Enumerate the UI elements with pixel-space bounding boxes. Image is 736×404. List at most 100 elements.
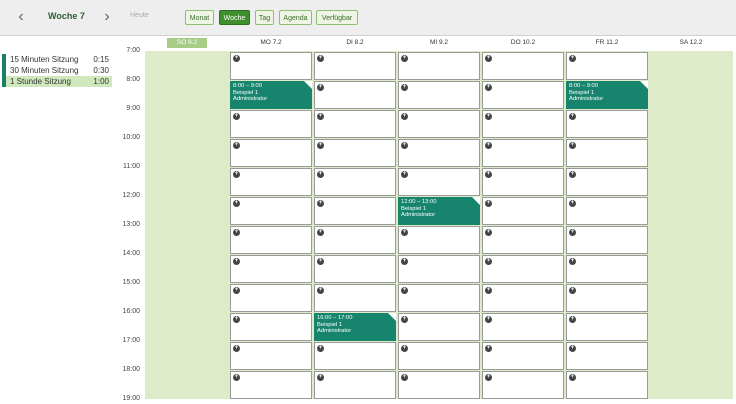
- plus-circle-icon[interactable]: +: [317, 258, 324, 265]
- view-available-button[interactable]: Verfügbar: [316, 10, 358, 25]
- plus-circle-icon[interactable]: +: [401, 345, 408, 352]
- time-slot[interactable]: +: [314, 226, 396, 254]
- time-slot[interactable]: +: [482, 255, 564, 283]
- time-slot[interactable]: +: [482, 284, 564, 312]
- time-slot[interactable]: +: [566, 284, 648, 312]
- plus-circle-icon[interactable]: +: [317, 345, 324, 352]
- plus-circle-icon[interactable]: +: [317, 84, 324, 91]
- day-header[interactable]: SO 6.2: [167, 38, 207, 48]
- time-slot[interactable]: +: [398, 168, 480, 196]
- day-header[interactable]: MI 9.2: [397, 38, 481, 48]
- event-type-30min[interactable]: 30 Minuten Sitzung 0:30: [2, 65, 112, 76]
- time-slot[interactable]: +: [482, 81, 564, 109]
- time-slot[interactable]: +: [314, 284, 396, 312]
- time-slot[interactable]: +: [230, 371, 312, 399]
- time-slot[interactable]: +: [314, 81, 396, 109]
- calendar-event[interactable]: 8:00 – 9:00 Beispiel 1 Administrator: [230, 81, 312, 109]
- time-slot[interactable]: +: [482, 52, 564, 80]
- plus-circle-icon[interactable]: +: [317, 287, 324, 294]
- plus-circle-icon[interactable]: +: [401, 55, 408, 62]
- time-slot[interactable]: +: [398, 313, 480, 341]
- plus-circle-icon[interactable]: +: [401, 287, 408, 294]
- time-slot[interactable]: +: [566, 371, 648, 399]
- time-slot[interactable]: +: [566, 226, 648, 254]
- time-slot[interactable]: +: [482, 110, 564, 138]
- plus-circle-icon[interactable]: +: [485, 229, 492, 236]
- plus-circle-icon[interactable]: +: [569, 229, 576, 236]
- day-header[interactable]: SA 12.2: [649, 38, 733, 48]
- plus-circle-icon[interactable]: +: [485, 55, 492, 62]
- plus-circle-icon[interactable]: +: [317, 374, 324, 381]
- plus-circle-icon[interactable]: +: [401, 316, 408, 323]
- time-slot[interactable]: +: [230, 139, 312, 167]
- time-slot[interactable]: +: [398, 52, 480, 80]
- time-slot[interactable]: +: [566, 313, 648, 341]
- plus-circle-icon[interactable]: +: [317, 113, 324, 120]
- plus-circle-icon[interactable]: +: [317, 229, 324, 236]
- time-slot[interactable]: +: [482, 342, 564, 370]
- plus-circle-icon[interactable]: +: [233, 258, 240, 265]
- time-slot[interactable]: +: [314, 371, 396, 399]
- plus-circle-icon[interactable]: +: [401, 374, 408, 381]
- plus-circle-icon[interactable]: +: [401, 142, 408, 149]
- day-header[interactable]: DI 8.2: [313, 38, 397, 48]
- plus-circle-icon[interactable]: +: [317, 200, 324, 207]
- time-slot[interactable]: +: [566, 342, 648, 370]
- view-day-button[interactable]: Tag: [255, 10, 274, 25]
- time-slot[interactable]: +: [230, 342, 312, 370]
- time-slot[interactable]: +: [398, 226, 480, 254]
- view-agenda-button[interactable]: Agenda: [279, 10, 312, 25]
- plus-circle-icon[interactable]: +: [485, 287, 492, 294]
- time-slot[interactable]: +: [230, 313, 312, 341]
- plus-circle-icon[interactable]: +: [317, 142, 324, 149]
- time-slot[interactable]: +: [482, 226, 564, 254]
- time-slot[interactable]: +: [482, 313, 564, 341]
- event-type-15min[interactable]: 15 Minuten Sitzung 0:15: [2, 54, 112, 65]
- plus-circle-icon[interactable]: +: [569, 200, 576, 207]
- plus-circle-icon[interactable]: +: [233, 55, 240, 62]
- time-slot[interactable]: +: [566, 52, 648, 80]
- plus-circle-icon[interactable]: +: [569, 316, 576, 323]
- time-slot[interactable]: +: [314, 52, 396, 80]
- time-slot[interactable]: +: [314, 342, 396, 370]
- time-slot[interactable]: +: [566, 168, 648, 196]
- time-slot[interactable]: +: [566, 255, 648, 283]
- time-slot[interactable]: +: [482, 197, 564, 225]
- plus-circle-icon[interactable]: +: [569, 171, 576, 178]
- time-slot[interactable]: +: [314, 168, 396, 196]
- calendar-event[interactable]: 12:00 – 13:00 Beispiel 1 Administrator: [398, 197, 480, 225]
- calendar-event[interactable]: 16:00 – 17:00 Beispiel 1 Administrator: [314, 313, 396, 341]
- time-slot[interactable]: +: [398, 371, 480, 399]
- time-slot[interactable]: +: [230, 197, 312, 225]
- day-header[interactable]: MO 7.2: [229, 38, 313, 48]
- time-slot[interactable]: +: [230, 226, 312, 254]
- plus-circle-icon[interactable]: +: [233, 171, 240, 178]
- plus-circle-icon[interactable]: +: [233, 374, 240, 381]
- time-slot[interactable]: +: [398, 139, 480, 167]
- plus-circle-icon[interactable]: +: [401, 258, 408, 265]
- plus-circle-icon[interactable]: +: [401, 113, 408, 120]
- time-slot[interactable]: +: [482, 139, 564, 167]
- plus-circle-icon[interactable]: +: [569, 113, 576, 120]
- plus-circle-icon[interactable]: +: [569, 142, 576, 149]
- plus-circle-icon[interactable]: +: [569, 258, 576, 265]
- time-slot[interactable]: +: [398, 255, 480, 283]
- view-month-button[interactable]: Monat: [185, 10, 214, 25]
- time-slot[interactable]: +: [314, 197, 396, 225]
- chevron-left-icon[interactable]: ‹: [12, 6, 30, 28]
- plus-circle-icon[interactable]: +: [485, 142, 492, 149]
- plus-circle-icon[interactable]: +: [233, 200, 240, 207]
- time-slot[interactable]: +: [482, 168, 564, 196]
- time-slot[interactable]: +: [230, 52, 312, 80]
- time-slot[interactable]: +: [566, 197, 648, 225]
- time-slot[interactable]: +: [314, 255, 396, 283]
- time-slot[interactable]: +: [230, 168, 312, 196]
- plus-circle-icon[interactable]: +: [233, 229, 240, 236]
- chevron-right-icon[interactable]: ›: [98, 6, 116, 28]
- plus-circle-icon[interactable]: +: [485, 84, 492, 91]
- plus-circle-icon[interactable]: +: [485, 316, 492, 323]
- plus-circle-icon[interactable]: +: [485, 345, 492, 352]
- day-header[interactable]: FR 11.2: [565, 38, 649, 48]
- time-slot[interactable]: +: [398, 81, 480, 109]
- day-header[interactable]: DO 10.2: [481, 38, 565, 48]
